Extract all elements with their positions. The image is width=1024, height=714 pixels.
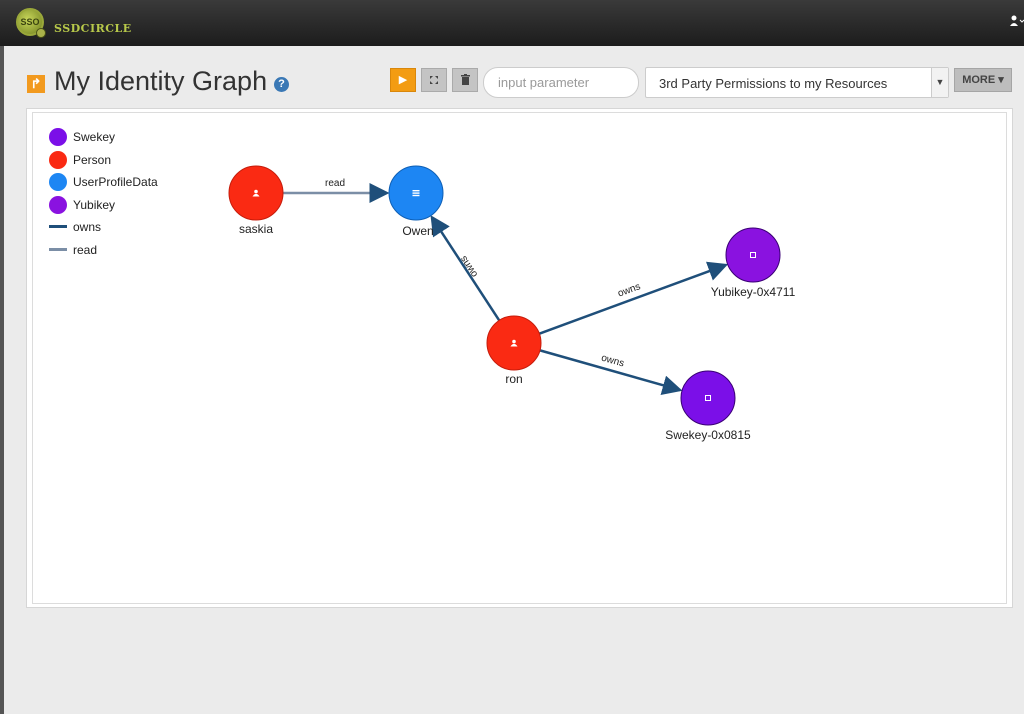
- edge-label-owns: owns: [458, 254, 480, 280]
- node-label: Owen: [402, 224, 433, 238]
- edge-ron-yubikey[interactable]: [538, 261, 729, 335]
- node-swekey[interactable]: Swekey-0x0815: [665, 370, 751, 442]
- node-circle[interactable]: [680, 370, 736, 426]
- list-icon: [412, 190, 420, 197]
- node-saskia[interactable]: saskia: [228, 165, 284, 236]
- node-label: saskia: [239, 222, 273, 236]
- node-label: Yubikey-0x4711: [711, 285, 796, 299]
- node-circle[interactable]: [725, 227, 781, 283]
- node-owen[interactable]: Owen: [388, 165, 444, 238]
- edge-label-read: read: [325, 178, 345, 189]
- node-label: Swekey-0x0815: [665, 428, 751, 442]
- node-ron[interactable]: ron: [486, 315, 542, 386]
- node-label: ron: [505, 372, 522, 386]
- identity-graph[interactable]: readownsownsownssaskia OwenronYubikey-0x4…: [0, 0, 1024, 714]
- node-yubikey[interactable]: Yubikey-0x4711: [711, 227, 796, 299]
- edge-label-owns: owns: [600, 353, 625, 370]
